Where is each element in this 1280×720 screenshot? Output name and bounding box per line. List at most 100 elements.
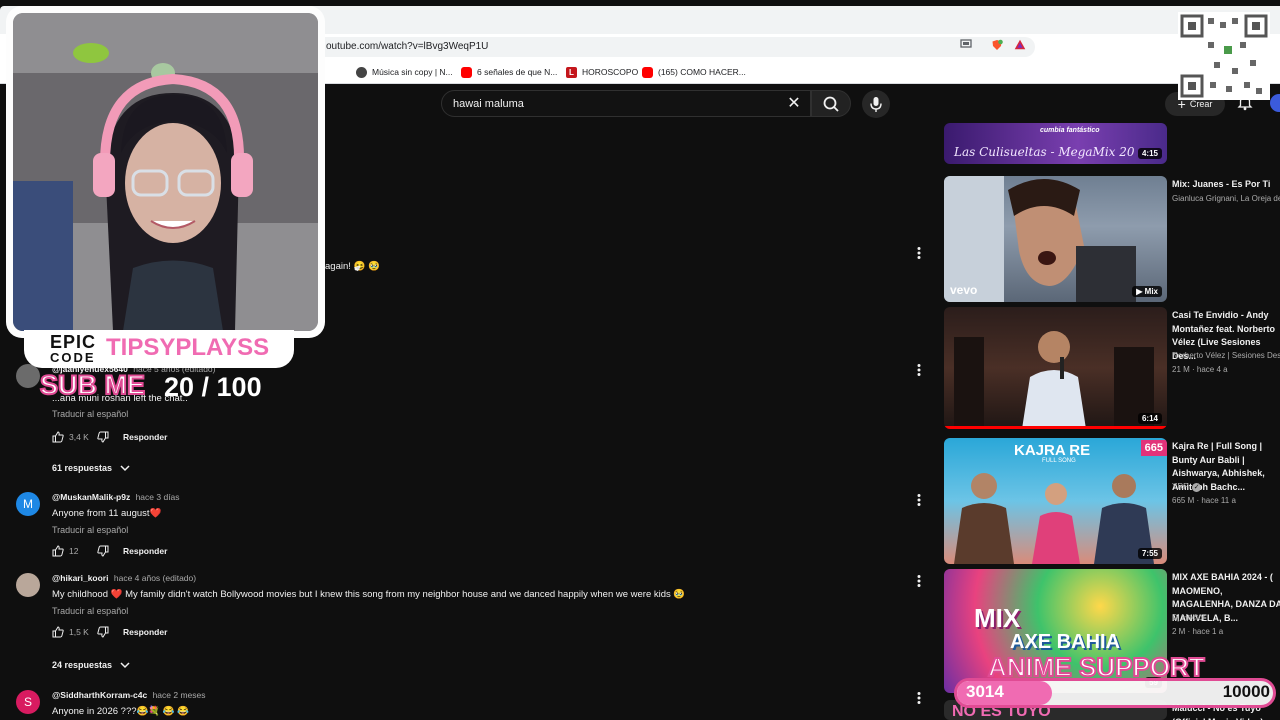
thumbnail-text: MIX — [974, 603, 1021, 633]
comment-avatar[interactable] — [16, 573, 40, 597]
view-replies-button[interactable]: 24 respuestas — [52, 658, 130, 672]
channel-name[interactable]: YRF ✓ — [1172, 482, 1202, 492]
reply-button[interactable]: Responder — [123, 432, 167, 442]
thumbs-up-icon[interactable] — [52, 626, 64, 638]
mix-icon: ▶ — [1136, 287, 1145, 296]
video-duration: ▶ Mix — [1132, 286, 1162, 297]
comment-time[interactable]: hace 4 años (editado) — [114, 573, 196, 583]
recommendation-item[interactable]: cumbia fantástico Las Culisueltas - Mega… — [944, 123, 1280, 165]
youtube-bookmark-icon — [642, 66, 653, 78]
address-bar[interactable]: outube.com/watch?v=lBvg3WeqP1U — [300, 37, 1035, 57]
translate-link[interactable]: Traducir al español — [52, 525, 128, 535]
comment-menu-icon[interactable] — [914, 362, 924, 378]
view-replies-button[interactable]: 61 respuestas — [52, 461, 130, 475]
singer-photo — [954, 331, 1154, 429]
comment-text: My childhood ❤️ My family didn't watch B… — [52, 589, 686, 600]
video-thumbnail[interactable]: KAJRA RE FULL SONG 665 7:55 — [944, 438, 1167, 564]
translate-link[interactable]: Traducir al español — [52, 606, 128, 616]
bookmark-horoscopo[interactable]: L HOROSCOPO — [566, 65, 638, 79]
bookmark-label: 6 señales de que N... — [477, 67, 558, 77]
qr-code-pattern — [1178, 12, 1270, 100]
video-meta: 665 M · hace 11 a — [1172, 496, 1236, 505]
comment-actions: 3,4 K Responder — [52, 430, 167, 444]
thumbs-up-icon[interactable] — [52, 431, 64, 443]
like-count: 1,5 K — [69, 627, 89, 637]
brand-code: CODE — [50, 350, 96, 365]
clear-search-icon[interactable]: ✕ — [784, 94, 804, 114]
like-count: 3,4 K — [69, 432, 89, 442]
thumbs-down-icon[interactable] — [97, 431, 109, 443]
bookmark-musica[interactable]: Música sin copy | N... — [356, 65, 453, 79]
search-button[interactable] — [811, 90, 851, 117]
video-duration: 7:55 — [1137, 548, 1162, 559]
channel-name[interactable]: Gianluca Grignani, La Oreja de... — [1172, 194, 1280, 203]
cast-icon[interactable] — [960, 39, 972, 49]
comment-avatar[interactable]: S — [16, 690, 40, 714]
comment-time[interactable]: hace 2 meses — [153, 690, 206, 700]
comment-avatar[interactable]: M — [16, 492, 40, 516]
video-title[interactable]: Mix: Juanes - Es Por Ti — [1172, 178, 1280, 192]
search-input[interactable]: hawai maluma — [453, 98, 524, 110]
qr-code — [1178, 12, 1270, 100]
comment-time[interactable]: hace 3 días — [136, 492, 180, 502]
video-meta: 21 M · hace 4 a — [1172, 365, 1228, 374]
sub-goal-overlay: EPIC CODE TIPSYPLAYSS SUB ME 20 / 100 — [24, 330, 324, 410]
sub-label: SUB ME — [39, 369, 146, 401]
thumbs-down-icon[interactable] — [97, 545, 109, 557]
search-icon — [823, 96, 839, 112]
brave-rewards-icon[interactable] — [1014, 39, 1026, 50]
anime-support-overlay: ANIME SUPPORT 3014 10000 — [952, 648, 1280, 720]
streamer-photo — [13, 13, 318, 331]
comment-author[interactable]: @MuskanMalik-p9z — [52, 492, 130, 502]
comment-partial-text: again! 🤧 🥹 — [325, 261, 380, 272]
video-meta: 2 M · hace 1 a — [1172, 627, 1224, 636]
comment-menu-icon[interactable] — [914, 573, 924, 589]
chevron-down-icon — [120, 662, 130, 669]
thumbs-up-icon[interactable] — [52, 545, 64, 557]
verified-icon: ✓ — [1192, 483, 1202, 492]
like-count: 12 — [69, 546, 79, 556]
bookmark-label: HOROSCOPO — [582, 67, 639, 77]
webcam-overlay — [6, 6, 325, 338]
recommendation-item[interactable]: vevo ▶ Mix Mix: Juanes - Es Por Ti Gianl… — [944, 176, 1280, 302]
video-thumbnail[interactable]: cumbia fantástico Las Culisueltas - Mega… — [944, 123, 1167, 164]
video-thumbnail[interactable]: vevo ▶ Mix — [944, 176, 1167, 302]
comment-menu-icon[interactable] — [914, 690, 924, 706]
comment-menu-icon[interactable] — [914, 246, 924, 260]
comment-text: Anyone from 11 august❤️ — [52, 508, 162, 519]
microphone-icon — [870, 97, 882, 112]
search-box[interactable]: hawai maluma ✕ — [441, 90, 811, 117]
voice-search-button[interactable] — [862, 90, 890, 118]
bookmark-label: Música sin copy | N... — [372, 67, 453, 77]
create-label: Crear — [1189, 99, 1213, 109]
comment-header: @hikari_koori hace 4 años (editado) — [52, 573, 196, 583]
translate-link[interactable]: Traducir al español — [52, 409, 128, 419]
webcam-feed — [13, 13, 318, 331]
thumbnail-text: Las Culisueltas - MegaMix 20 — [954, 145, 1135, 159]
account-avatar[interactable] — [1270, 94, 1280, 112]
comment-actions: 12 Responder — [52, 544, 167, 558]
comment-menu-icon[interactable] — [914, 492, 924, 508]
comment-author[interactable]: @SiddharthKorram-c4c — [52, 690, 147, 700]
comment-text: Anyone in 2026 ???😂💐 😂 😂 — [52, 706, 190, 717]
chevron-down-icon — [120, 465, 130, 472]
comment-author[interactable]: @hikari_koori — [52, 573, 108, 583]
comment: M @MuskanMalik-p9z hace 3 días Anyone fr… — [16, 492, 936, 562]
sub-count: 20 / 100 — [164, 372, 262, 402]
vevo-logo: vevo — [950, 283, 978, 297]
thumbs-down-icon[interactable] — [97, 626, 109, 638]
url-text: outube.com/watch?v=lBvg3WeqP1U — [326, 41, 489, 52]
reply-button[interactable]: Responder — [123, 627, 167, 637]
plus-icon: + — [1177, 96, 1186, 112]
l-bookmark-icon: L — [566, 66, 577, 78]
recommendation-item[interactable]: 6:14 Casi Te Envidio - Andy Montañez fea… — [944, 307, 1280, 433]
reply-button[interactable]: Responder — [123, 546, 167, 556]
channel-name[interactable]: Dj Hector — [1172, 613, 1205, 622]
support-goal: 10000 — [1222, 682, 1270, 701]
video-thumbnail[interactable]: 6:14 — [944, 307, 1167, 429]
brave-shield-icon[interactable] — [991, 39, 1003, 50]
bookmark-6-senales[interactable]: 6 señales de que N... — [461, 65, 557, 79]
channel-name[interactable]: Norberto Vélez | Sesiones Des... — [1172, 351, 1280, 360]
bookmark-como-hacer[interactable]: (165) COMO HACER... — [642, 65, 746, 79]
recommendation-item[interactable]: KAJRA RE FULL SONG 665 7:55 Kajra Re | F… — [944, 438, 1280, 564]
